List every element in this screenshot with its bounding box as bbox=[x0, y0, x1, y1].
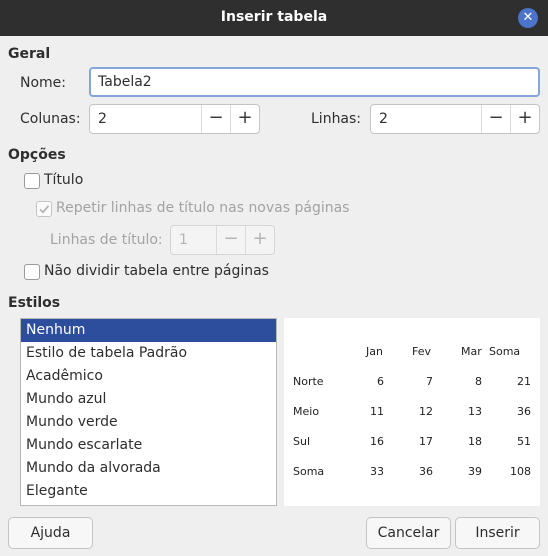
preview-cell: 33 bbox=[370, 465, 384, 478]
preview-cell: 6 bbox=[377, 375, 384, 388]
preview-cell: 16 bbox=[370, 435, 384, 448]
preview-cell: 12 bbox=[419, 405, 433, 418]
repeat-header-label: Repetir linhas de título nas novas págin… bbox=[56, 200, 350, 216]
preview-row-label: Meio bbox=[293, 405, 320, 418]
columns-stepper[interactable]: 2 − + bbox=[89, 104, 260, 134]
preview-cell: 39 bbox=[468, 465, 482, 478]
preview-row-label: Sul bbox=[293, 435, 311, 448]
rows-stepper[interactable]: 2 − + bbox=[370, 104, 540, 134]
preview-cell: 36 bbox=[517, 405, 531, 418]
header-rows-plus-button[interactable]: + bbox=[245, 226, 274, 254]
columns-label: Colunas: bbox=[20, 111, 81, 127]
preview-cell: 8 bbox=[475, 375, 482, 388]
list-item[interactable]: Mundo escarlate bbox=[21, 434, 276, 457]
section-styles: Estilos bbox=[8, 295, 61, 311]
preview-row-label: Norte bbox=[293, 375, 324, 388]
header-rows-label: Linhas de título: bbox=[50, 232, 163, 248]
styles-list[interactable]: Nenhum Estilo de tabela Padrão Acadêmico… bbox=[20, 318, 277, 506]
table-preview: Jan Fev Mar Soma Norte Meio Sul Soma 6 7… bbox=[284, 318, 540, 506]
title-bar: Inserir tabela ✕ bbox=[0, 0, 548, 36]
columns-plus-button[interactable]: + bbox=[230, 105, 259, 133]
dialog-title: Inserir tabela bbox=[220, 9, 328, 25]
rows-value[interactable]: 2 bbox=[371, 111, 481, 127]
dont-split-checkbox[interactable] bbox=[24, 264, 40, 280]
preview-col-header: Jan bbox=[366, 345, 383, 358]
rows-minus-button[interactable]: − bbox=[481, 105, 510, 133]
preview-cell: 36 bbox=[419, 465, 433, 478]
header-rows-value[interactable]: 1 bbox=[171, 232, 216, 248]
section-options: Opções bbox=[8, 147, 66, 163]
help-button[interactable]: Ajuda bbox=[8, 517, 93, 549]
list-item[interactable]: Mundo verde bbox=[21, 411, 276, 434]
close-icon[interactable]: ✕ bbox=[518, 8, 538, 28]
insert-button[interactable]: Inserir bbox=[455, 517, 540, 549]
list-item[interactable]: Acadêmico bbox=[21, 365, 276, 388]
preview-col-header: Soma bbox=[489, 345, 521, 358]
preview-cell: 11 bbox=[370, 405, 384, 418]
list-item[interactable]: Mundo da alvorada bbox=[21, 457, 276, 480]
title-checkbox-label: Título bbox=[44, 172, 84, 188]
preview-cell: 13 bbox=[468, 405, 482, 418]
rows-label: Linhas: bbox=[311, 111, 362, 127]
columns-minus-button[interactable]: − bbox=[201, 105, 230, 133]
list-item[interactable]: Elegante bbox=[21, 480, 276, 503]
preview-cell: 108 bbox=[510, 465, 531, 478]
name-field[interactable]: Tabela2 bbox=[89, 67, 540, 97]
title-checkbox[interactable] bbox=[24, 173, 40, 189]
rows-plus-button[interactable]: + bbox=[510, 105, 539, 133]
preview-col-header: Fev bbox=[412, 345, 432, 358]
preview-cell: 21 bbox=[517, 375, 531, 388]
cancel-button[interactable]: Cancelar bbox=[366, 517, 451, 549]
preview-cell: 17 bbox=[419, 435, 433, 448]
list-item[interactable]: Nenhum bbox=[21, 319, 276, 342]
repeat-header-checkbox[interactable] bbox=[36, 201, 52, 217]
preview-row-label: Soma bbox=[293, 465, 325, 478]
preview-col-header: Mar bbox=[461, 345, 482, 358]
check-mark-icon bbox=[39, 205, 50, 214]
list-item[interactable]: Estilo de tabela Padrão bbox=[21, 342, 276, 365]
preview-cell: 7 bbox=[426, 375, 433, 388]
section-general: Geral bbox=[8, 46, 51, 62]
columns-value[interactable]: 2 bbox=[90, 111, 201, 127]
dont-split-label: Não dividir tabela entre páginas bbox=[44, 263, 269, 279]
preview-cell: 51 bbox=[517, 435, 531, 448]
header-rows-stepper[interactable]: 1 − + bbox=[170, 225, 275, 255]
name-label: Nome: bbox=[20, 75, 67, 91]
list-item[interactable]: Mundo azul bbox=[21, 388, 276, 411]
preview-cell: 18 bbox=[468, 435, 482, 448]
header-rows-minus-button[interactable]: − bbox=[216, 226, 245, 254]
